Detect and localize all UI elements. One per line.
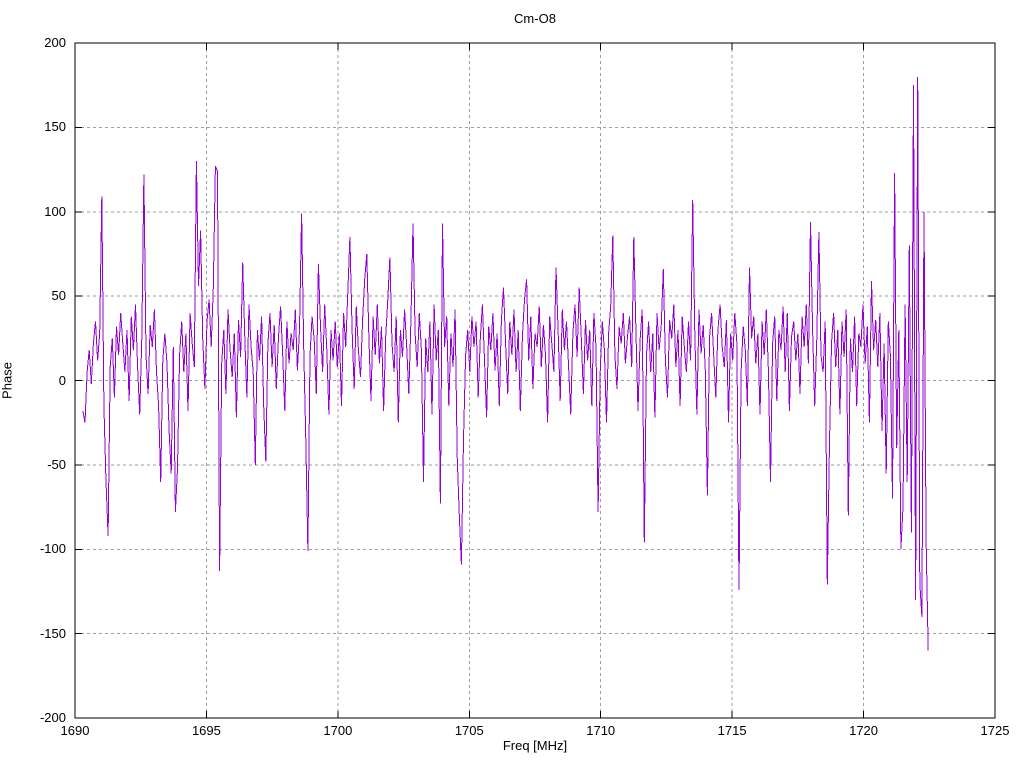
x-tick-label: 1725 [980, 723, 1010, 738]
phase-trace [82, 76, 929, 651]
chart-figure: Cm-O8 Phase Freq [MHz] -200 -150 -100 -50 0 5… [0, 0, 1024, 768]
y-tick-label: -50 [47, 456, 66, 472]
x-tick-label: 1690 [60, 723, 90, 738]
y-tick-label: -200 [39, 710, 66, 725]
x-tick-label: 1720 [849, 723, 879, 738]
y-tick-label: 50 [51, 288, 66, 304]
y-tick-label: 150 [44, 119, 66, 135]
x-tick-label: 1695 [191, 723, 221, 738]
y-tick-label: 0 [58, 372, 66, 388]
plot-area [74, 42, 996, 719]
x-tick-label: 1710 [586, 723, 616, 738]
y-tick-label: 200 [44, 35, 66, 50]
x-tick-label: 1700 [323, 723, 353, 738]
x-tick-label: 1715 [717, 723, 747, 738]
y-tick-label: -150 [39, 625, 66, 641]
y-tick-label: 100 [44, 203, 66, 219]
y-tick-label: -100 [39, 541, 66, 557]
x-tick-label: 1705 [454, 723, 484, 738]
